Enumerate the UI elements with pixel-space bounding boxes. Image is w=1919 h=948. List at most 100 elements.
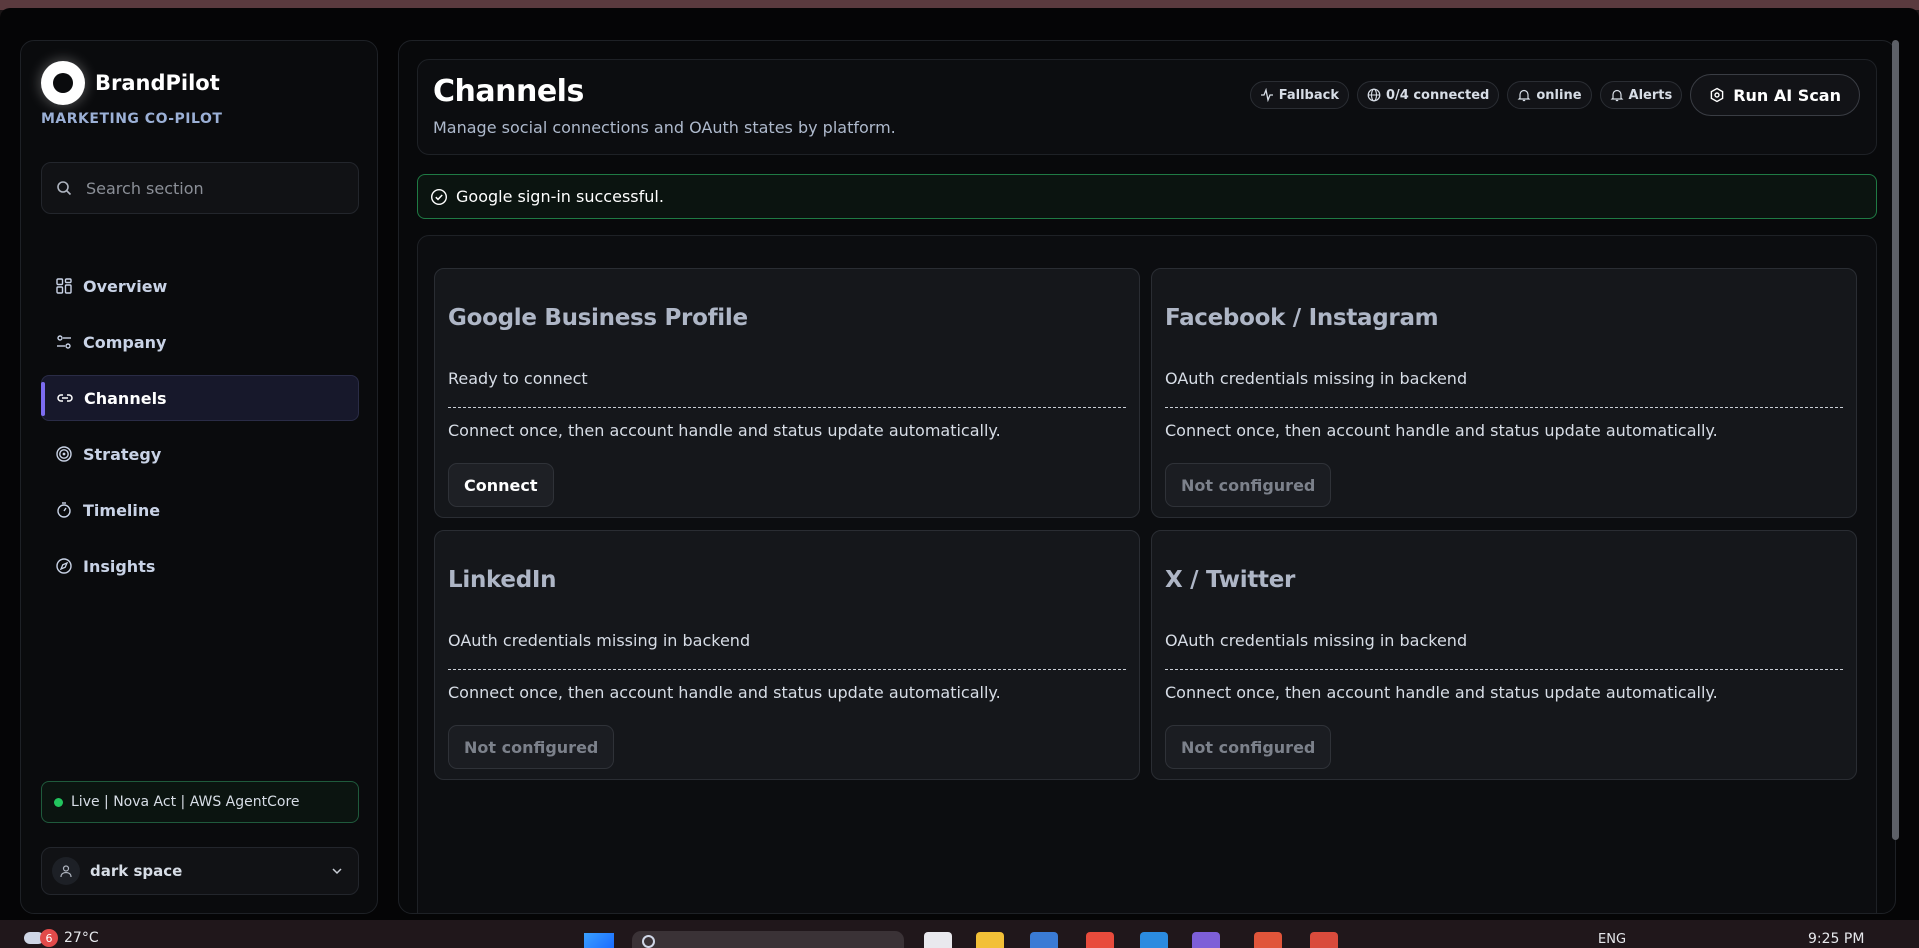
compass-icon	[56, 558, 72, 574]
workspace-name: dark space	[90, 862, 183, 880]
brand-logo-icon	[41, 61, 85, 105]
connect-button[interactable]: Connect	[448, 463, 554, 507]
connected-chip[interactable]: 0/4 connected	[1356, 81, 1500, 109]
divider	[448, 407, 1126, 408]
app-window: BrandPilot MARKETING CO-PILOT Overview C…	[0, 8, 1919, 920]
divider	[1165, 669, 1843, 670]
channel-card-google: Google Business Profile Ready to connect…	[434, 268, 1140, 518]
channel-title: LinkedIn	[448, 567, 557, 593]
channel-description: Connect once, then account handle and st…	[1165, 683, 1718, 702]
not-configured-button: Not configured	[448, 725, 615, 769]
channels-grid: Google Business Profile Ready to connect…	[417, 235, 1877, 913]
sidebar-item-label: Channels	[84, 388, 167, 408]
user-icon	[52, 857, 80, 885]
store-icon[interactable]	[1030, 932, 1058, 948]
divider	[448, 669, 1126, 670]
target-icon	[56, 446, 72, 462]
sidebar-item-channels[interactable]: Channels	[41, 375, 359, 421]
temperature: 27°C	[64, 930, 99, 946]
clock[interactable]: 9:25 PM	[1808, 931, 1864, 947]
channel-status: OAuth credentials missing in backend	[448, 631, 751, 650]
alert-text: Google sign-in successful.	[456, 187, 664, 206]
chrome-profile-icon[interactable]	[1254, 932, 1282, 948]
check-circle-icon	[430, 188, 448, 205]
chrome-profile-icon[interactable]	[1310, 932, 1338, 948]
activity-icon	[1260, 88, 1273, 102]
page-header: Channels Manage social connections and O…	[417, 59, 1877, 155]
bell-icon	[1517, 89, 1531, 102]
brand[interactable]: BrandPilot	[41, 61, 220, 105]
live-status-badge: Live | Nova Act | AWS AgentCore	[41, 781, 359, 823]
sidebar-item-label: Timeline	[83, 500, 161, 520]
page-scrollbar[interactable]	[1892, 40, 1899, 840]
chrome-profile-icon[interactable]	[1192, 932, 1220, 948]
channel-card-facebook-instagram: Facebook / Instagram OAuth credentials m…	[1151, 268, 1857, 518]
weather-badge: 6	[40, 929, 58, 947]
sidebar-item-strategy[interactable]: Strategy	[41, 431, 359, 477]
fallback-label: Fallback	[1278, 87, 1339, 103]
globe-icon	[1367, 88, 1381, 102]
divider	[1165, 407, 1843, 408]
link-icon	[57, 394, 73, 402]
channel-description: Connect once, then account handle and st…	[448, 421, 1001, 440]
sidebar-nav: Overview Company Channels Strategy Timel…	[41, 263, 359, 599]
sidebar-item-company[interactable]: Company	[41, 319, 359, 365]
channel-title: Facebook / Instagram	[1165, 305, 1439, 331]
online-label: online	[1536, 87, 1582, 103]
taskbar-search[interactable]	[632, 931, 904, 948]
main-content: Channels Manage social connections and O…	[398, 40, 1896, 914]
chevron-down-icon	[332, 868, 342, 875]
header-chips: Fallback 0/4 connected online Alerts Run…	[1249, 74, 1860, 116]
vscode-icon[interactable]	[1140, 932, 1168, 948]
bell-icon	[1610, 89, 1623, 102]
connected-count: 0/4 connected	[1385, 87, 1490, 103]
run-ai-scan-button[interactable]: Run AI Scan	[1690, 74, 1860, 116]
channel-status: Ready to connect	[448, 369, 588, 388]
sidebar-item-timeline[interactable]: Timeline	[41, 487, 359, 533]
search-icon	[57, 181, 72, 196]
page-subtitle: Manage social connections and OAuth stat…	[433, 118, 896, 137]
sidebar-item-label: Insights	[83, 556, 156, 576]
os-taskbar: 6 27°C ENG 9:25 PM	[0, 920, 1919, 948]
sidebar-item-label: Overview	[83, 276, 168, 296]
weather-widget[interactable]: 6 27°C	[24, 929, 99, 947]
windows-start-icon[interactable]	[584, 933, 614, 948]
sliders-icon	[57, 335, 71, 349]
success-alert: Google sign-in successful.	[417, 174, 1877, 219]
section-search[interactable]	[41, 162, 359, 214]
fallback-chip[interactable]: Fallback	[1249, 81, 1349, 109]
not-configured-button: Not configured	[1165, 725, 1332, 769]
stopwatch-icon	[57, 502, 71, 518]
run-ai-scan-label: Run AI Scan	[1733, 85, 1841, 105]
sidebar-item-label: Strategy	[83, 444, 162, 464]
channel-description: Connect once, then account handle and st…	[1165, 421, 1718, 440]
alerts-label: Alerts	[1628, 87, 1673, 103]
channel-card-x-twitter: X / Twitter OAuth credentials missing in…	[1151, 530, 1857, 780]
language-indicator[interactable]: ENG	[1598, 932, 1626, 947]
sidebar-item-label: Company	[83, 332, 167, 352]
chrome-icon[interactable]	[1086, 932, 1114, 948]
app-icon[interactable]	[924, 932, 952, 948]
channel-status: OAuth credentials missing in backend	[1165, 369, 1468, 388]
sidebar: BrandPilot MARKETING CO-PILOT Overview C…	[20, 40, 378, 914]
channel-title: X / Twitter	[1165, 567, 1296, 593]
alerts-chip[interactable]: Alerts	[1599, 81, 1683, 109]
brand-name: BrandPilot	[95, 71, 220, 95]
channel-card-linkedin: LinkedIn OAuth credentials missing in ba…	[434, 530, 1140, 780]
not-configured-button: Not configured	[1165, 463, 1332, 507]
status-dot-icon	[54, 797, 63, 807]
sidebar-item-insights[interactable]: Insights	[41, 543, 359, 589]
sidebar-item-overview[interactable]: Overview	[41, 263, 359, 309]
online-chip[interactable]: online	[1507, 81, 1592, 109]
channel-status: OAuth credentials missing in backend	[1165, 631, 1468, 650]
search-input[interactable]	[86, 178, 336, 198]
grid-icon	[56, 278, 72, 294]
live-status-text: Live | Nova Act | AWS AgentCore	[71, 794, 300, 810]
channel-description: Connect once, then account handle and st…	[448, 683, 1001, 702]
search-icon	[642, 935, 655, 948]
channel-title: Google Business Profile	[448, 305, 748, 331]
workspace-selector[interactable]: dark space	[41, 847, 359, 895]
page-title: Channels	[433, 74, 584, 109]
file-explorer-icon[interactable]	[976, 932, 1004, 948]
brand-subtitle: MARKETING CO-PILOT	[41, 111, 223, 127]
